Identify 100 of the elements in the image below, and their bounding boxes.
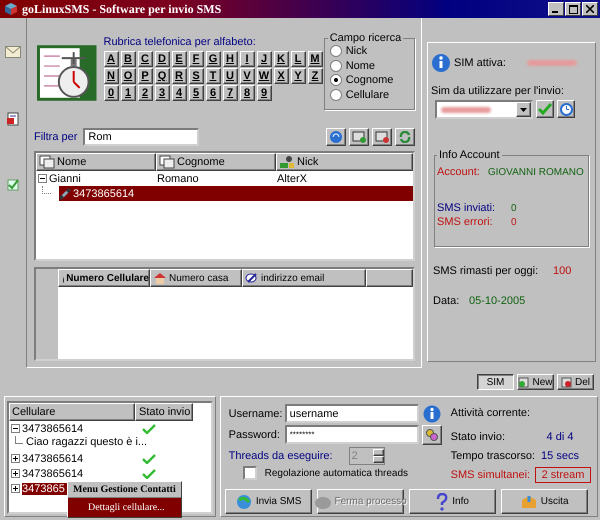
- radio-option[interactable]: Nick: [330, 44, 411, 58]
- checkmark-icon: [538, 103, 552, 115]
- letter-button[interactable]: 3: [154, 85, 170, 101]
- expand-toggle[interactable]: [11, 469, 20, 478]
- delete-contact-button[interactable]: [372, 128, 392, 146]
- maximize-button[interactable]: [565, 2, 581, 16]
- search-button[interactable]: [326, 128, 346, 146]
- envelope-icon[interactable]: [5, 46, 21, 58]
- phone-number[interactable]: 3473865614: [22, 422, 142, 434]
- column-header[interactable]: Cognome: [156, 153, 276, 171]
- letter-button[interactable]: G: [206, 51, 220, 67]
- menu-item[interactable]: Dettagli cellulare...: [68, 498, 181, 517]
- column-header[interactable]: Nome: [36, 153, 156, 171]
- action-button[interactable]: Uscita: [500, 489, 588, 514]
- sim-active-label: SIM attiva:: [454, 57, 506, 69]
- group-title: Info Account: [438, 149, 501, 161]
- letter-button[interactable]: Y: [290, 68, 306, 84]
- letter-button[interactable]: X: [274, 68, 288, 84]
- filter-field[interactable]: Rom: [83, 128, 200, 146]
- radio-button[interactable]: [330, 88, 342, 101]
- action-button[interactable]: Invia SMS: [224, 489, 312, 514]
- letter-button[interactable]: D: [154, 51, 170, 67]
- letter-button[interactable]: 8: [240, 85, 254, 101]
- letter-button[interactable]: Z: [308, 68, 322, 84]
- auto-threads-checkbox[interactable]: Regolazione automatica threads: [242, 466, 447, 480]
- phone-number[interactable]: 3473865614: [22, 468, 142, 480]
- letter-button[interactable]: V: [240, 68, 254, 84]
- tab[interactable]: New: [517, 374, 554, 390]
- username-field[interactable]: username: [284, 404, 419, 423]
- add-contact-button[interactable]: [349, 128, 369, 146]
- radio-button[interactable]: [330, 45, 342, 58]
- letter-button[interactable]: H: [222, 51, 238, 67]
- letter-button[interactable]: R: [172, 68, 186, 84]
- letter-button[interactable]: S: [188, 68, 204, 84]
- close-button[interactable]: [582, 2, 598, 16]
- globe-icon: [234, 494, 253, 510]
- collapse-toggle[interactable]: [38, 174, 47, 183]
- letter-button[interactable]: F: [188, 51, 204, 67]
- letter-button[interactable]: C: [138, 51, 152, 67]
- tab[interactable]: Del: [557, 374, 594, 390]
- column-header[interactable]: Stato invio: [135, 403, 193, 421]
- info-button[interactable]: [422, 404, 442, 424]
- errors-count: 0: [511, 216, 517, 228]
- sent-label: SMS inviati:: [437, 202, 496, 214]
- expand-toggle[interactable]: [11, 484, 20, 493]
- letter-button[interactable]: U: [222, 68, 238, 84]
- expand-toggle[interactable]: [11, 424, 20, 433]
- letter-button[interactable]: 4: [172, 85, 186, 101]
- column-header[interactable]: indirizzo email: [242, 269, 366, 287]
- letter-button[interactable]: 1: [120, 85, 136, 101]
- phone-number-row[interactable]: 3473865614: [59, 186, 413, 201]
- action-button[interactable]: Info: [408, 489, 496, 514]
- letter-button[interactable]: 9: [256, 85, 272, 101]
- letter-button[interactable]: 7: [222, 85, 238, 101]
- expand-toggle[interactable]: [11, 454, 20, 463]
- sim-dropdown[interactable]: [435, 100, 533, 119]
- activity-value: 15 secs: [540, 450, 580, 462]
- letter-button[interactable]: 6: [206, 85, 220, 101]
- confirm-button[interactable]: [536, 100, 554, 118]
- sent-count: 0: [511, 202, 517, 214]
- radio-button[interactable]: [330, 74, 342, 86]
- column-header[interactable]: Nick: [276, 153, 413, 171]
- radio-button[interactable]: [330, 60, 342, 72]
- letter-button[interactable]: E: [172, 51, 186, 67]
- letter-button[interactable]: K: [274, 51, 288, 67]
- checklist-icon[interactable]: [6, 178, 20, 192]
- radio-option[interactable]: Cellulare: [330, 88, 411, 102]
- radio-option[interactable]: Nome: [330, 58, 411, 73]
- username-label: Username:: [228, 408, 284, 420]
- letter-button[interactable]: J: [256, 51, 272, 67]
- key-button[interactable]: [422, 424, 442, 444]
- letter-button[interactable]: Q: [154, 68, 170, 84]
- phone-number[interactable]: 3473865614: [22, 452, 142, 464]
- app-icon: [4, 2, 18, 16]
- minimize-button[interactable]: [548, 2, 564, 16]
- letter-button[interactable]: L: [290, 51, 306, 67]
- letter-button[interactable]: M: [308, 51, 322, 67]
- letter-button[interactable]: B: [120, 51, 136, 67]
- clock-button[interactable]: [557, 100, 575, 118]
- letter-button[interactable]: O: [120, 68, 136, 84]
- password-field[interactable]: ********: [284, 425, 419, 444]
- address-book-icon[interactable]: [6, 112, 20, 126]
- letter-button[interactable]: 5: [188, 85, 204, 101]
- letter-button[interactable]: W: [256, 68, 272, 84]
- tab[interactable]: SIM: [477, 374, 514, 390]
- column-header[interactable]: Numero Cellulare: [58, 269, 150, 287]
- column-header[interactable]: Cellulare: [9, 403, 135, 421]
- letter-button[interactable]: 0: [104, 85, 118, 101]
- message-preview: Ciao ragazzi questo è i...: [26, 436, 148, 448]
- globe-icon: [330, 131, 342, 143]
- letter-button[interactable]: N: [104, 68, 118, 84]
- refresh-button[interactable]: [395, 128, 415, 146]
- letter-button[interactable]: P: [138, 68, 152, 84]
- letter-button[interactable]: 2: [138, 85, 152, 101]
- radio-option[interactable]: Cognome: [330, 73, 411, 88]
- letter-button[interactable]: A: [104, 51, 118, 67]
- letter-button[interactable]: I: [240, 51, 254, 67]
- letter-button[interactable]: T: [206, 68, 220, 84]
- activity-label: Tempo trascorso:: [450, 450, 535, 462]
- column-header[interactable]: Numero casa: [150, 269, 242, 287]
